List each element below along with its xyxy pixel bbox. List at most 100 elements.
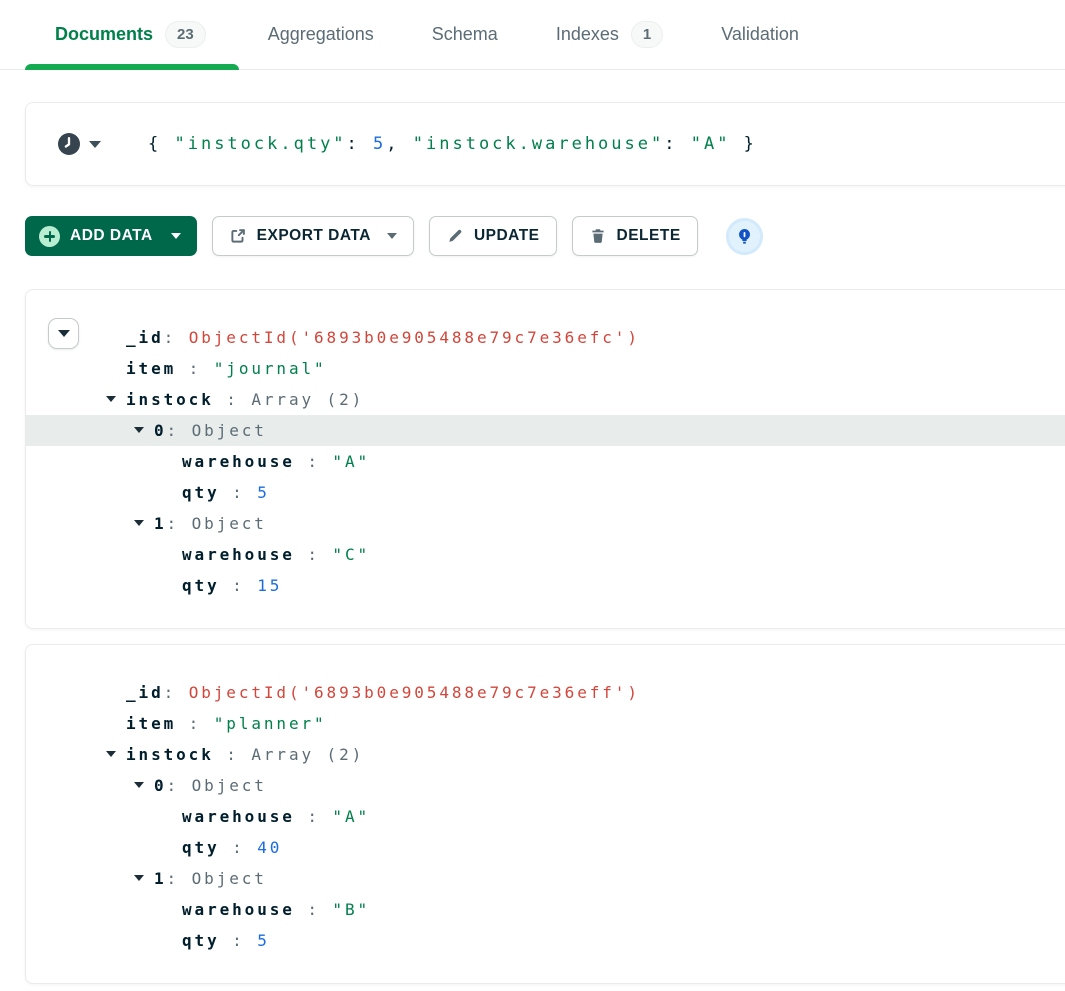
tab-aggregations-label: Aggregations: [268, 24, 374, 45]
field-row-index-1[interactable]: 1: Object: [26, 863, 1065, 894]
field-row-warehouse[interactable]: warehouse : "C": [26, 539, 1065, 570]
collapse-caret-icon[interactable]: [134, 875, 144, 881]
collapse-caret-icon[interactable]: [134, 520, 144, 526]
field-row-qty[interactable]: qty : 5: [26, 925, 1065, 956]
field-separator: :: [220, 576, 258, 595]
field-key: 0: [154, 421, 167, 440]
field-separator: :: [220, 483, 258, 502]
tab-documents[interactable]: Documents 23: [25, 0, 239, 69]
field-value-objectid: ObjectId('6893b0e905488e79c7e36efc'): [189, 328, 640, 347]
field-row-instock[interactable]: instock : Array (2): [26, 739, 1065, 770]
field-row-warehouse[interactable]: warehouse : "A": [26, 801, 1065, 832]
field-separator: :: [176, 359, 214, 378]
field-value-string: "A": [332, 452, 370, 471]
field-separator: :: [164, 328, 189, 347]
field-value-object: Object: [192, 514, 267, 533]
field-key: qty: [182, 838, 220, 857]
field-row-instock[interactable]: instock : Array (2): [26, 384, 1065, 415]
field-value-string: "A": [332, 807, 370, 826]
field-key: warehouse: [182, 807, 295, 826]
field-row-item[interactable]: item : "journal": [26, 353, 1065, 384]
field-key: instock: [126, 745, 214, 764]
field-row-qty[interactable]: qty : 15: [26, 570, 1065, 601]
collapse-caret-icon[interactable]: [106, 396, 116, 402]
query-bar[interactable]: { "instock.qty": 5, "instock.warehouse":…: [25, 102, 1065, 186]
tab-indexes[interactable]: Indexes 1: [527, 0, 692, 69]
delete-label: DELETE: [617, 227, 681, 245]
field-row-index-0[interactable]: 0: Object: [26, 770, 1065, 801]
field-separator: :: [164, 683, 189, 702]
field-row-id[interactable]: _id: ObjectId('6893b0e905488e79c7e36eff'…: [26, 677, 1065, 708]
update-button[interactable]: UPDATE: [429, 216, 557, 256]
field-row-warehouse[interactable]: warehouse : "B": [26, 894, 1065, 925]
tab-validation[interactable]: Validation: [692, 0, 828, 69]
field-separator: :: [214, 745, 252, 764]
documents-count-badge: 23: [165, 21, 206, 48]
field-key: qty: [182, 576, 220, 595]
export-data-button[interactable]: EXPORT DATA: [212, 216, 414, 256]
document-card: _id: ObjectId('6893b0e905488e79c7e36efc'…: [25, 289, 1065, 629]
field-value-string: "planner": [214, 714, 327, 733]
field-value-array: Array (2): [251, 390, 364, 409]
field-value-number: 5: [257, 931, 270, 950]
field-key: 1: [154, 869, 167, 888]
field-separator: :: [220, 931, 258, 950]
tab-indexes-label: Indexes: [556, 24, 619, 45]
insights-button[interactable]: [726, 218, 763, 255]
field-separator: :: [167, 514, 192, 533]
field-key: warehouse: [182, 452, 295, 471]
add-data-label: ADD DATA: [70, 227, 153, 245]
field-key: warehouse: [182, 545, 295, 564]
collection-tab-bar: Documents 23 Aggregations Schema Indexes…: [0, 0, 1065, 70]
tab-documents-label: Documents: [55, 24, 153, 45]
collapse-caret-icon[interactable]: [134, 427, 144, 433]
query-history-button[interactable]: [58, 133, 101, 155]
field-key: warehouse: [182, 900, 295, 919]
query-value-number: 5: [373, 134, 386, 154]
field-key: qty: [182, 483, 220, 502]
field-key: 0: [154, 776, 167, 795]
pencil-icon: [446, 227, 464, 245]
field-row-id[interactable]: _id: ObjectId('6893b0e905488e79c7e36efc'…: [26, 322, 1065, 353]
query-key: "instock.warehouse": [413, 134, 664, 154]
field-separator: :: [295, 545, 333, 564]
field-value-number: 5: [257, 483, 270, 502]
field-key: _id: [126, 683, 164, 702]
export-icon: [229, 227, 247, 245]
document-card: _id: ObjectId('6893b0e905488e79c7e36eff'…: [25, 644, 1065, 984]
field-separator: :: [295, 452, 333, 471]
field-value-objectid: ObjectId('6893b0e905488e79c7e36eff'): [189, 683, 640, 702]
field-row-index-0[interactable]: 0: Object: [26, 415, 1065, 446]
query-input[interactable]: { "instock.qty": 5, "instock.warehouse":…: [148, 134, 757, 154]
field-row-warehouse[interactable]: warehouse : "A": [26, 446, 1065, 477]
field-value-object: Object: [192, 421, 267, 440]
field-row-item[interactable]: item : "planner": [26, 708, 1065, 739]
collapse-caret-icon[interactable]: [134, 782, 144, 788]
tab-schema[interactable]: Schema: [403, 0, 527, 69]
field-value-number: 40: [257, 838, 282, 857]
field-value-string: "journal": [214, 359, 327, 378]
field-key: item: [126, 359, 176, 378]
clock-icon: [58, 133, 80, 155]
field-separator: :: [176, 714, 214, 733]
field-value-string: "B": [332, 900, 370, 919]
field-separator: :: [167, 869, 192, 888]
query-colon: :: [664, 134, 690, 154]
field-value-object: Object: [192, 869, 267, 888]
field-separator: :: [220, 838, 258, 857]
query-comma: ,: [386, 134, 412, 154]
delete-button[interactable]: DELETE: [572, 216, 698, 256]
tab-schema-label: Schema: [432, 24, 498, 45]
field-key: _id: [126, 328, 164, 347]
tab-aggregations[interactable]: Aggregations: [239, 0, 403, 69]
field-value-array: Array (2): [251, 745, 364, 764]
field-value-number: 15: [257, 576, 282, 595]
lightbulb-icon: [735, 227, 754, 246]
collapse-caret-icon[interactable]: [106, 751, 116, 757]
field-row-qty[interactable]: qty : 5: [26, 477, 1065, 508]
field-separator: :: [295, 807, 333, 826]
field-row-qty[interactable]: qty : 40: [26, 832, 1065, 863]
add-data-button[interactable]: ADD DATA: [25, 216, 197, 256]
field-row-index-1[interactable]: 1: Object: [26, 508, 1065, 539]
chevron-down-icon: [89, 141, 101, 148]
